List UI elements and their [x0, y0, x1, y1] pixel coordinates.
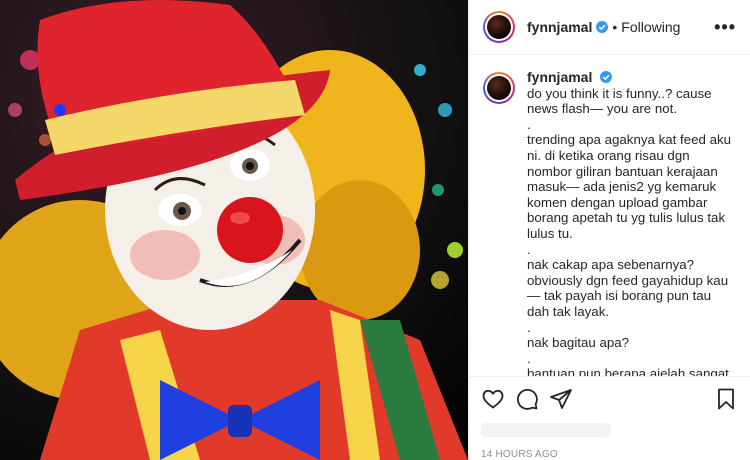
author-avatar[interactable] — [483, 11, 515, 43]
caption-line: nak bagitau apa? — [527, 335, 630, 351]
caption-username[interactable]: fynnjamal — [527, 69, 592, 85]
caption-avatar[interactable] — [483, 72, 515, 104]
post-sidebar: fynnjamal • Following ••• fynnjamal do y… — [468, 0, 750, 460]
caption-line: do you think it is funny..? cause news f… — [527, 85, 716, 117]
post-header: fynnjamal • Following ••• — [469, 0, 750, 55]
caption-line: . — [527, 319, 531, 335]
post-image[interactable] — [0, 0, 468, 460]
verified-badge-icon — [600, 71, 613, 83]
caption-line: bantuan pun berapa ajelah sangat utk ora… — [527, 366, 729, 376]
caption-line: . — [527, 241, 531, 257]
more-options-icon[interactable]: ••• — [714, 17, 736, 38]
comment-icon[interactable] — [515, 387, 539, 411]
post-timestamp: 14 HOURS AGO — [481, 449, 558, 460]
action-bar: 14 HOURS AGO — [469, 376, 750, 460]
likes-placeholder — [481, 423, 611, 437]
caption-body: fynnjamal do you think it is funny..? ca… — [527, 69, 736, 376]
caption-line: nak cakap apa sebenarnya? obviously dgn … — [527, 257, 729, 319]
caption-line: . — [527, 350, 531, 366]
caption-area: fynnjamal do you think it is funny..? ca… — [469, 56, 750, 376]
bookmark-icon[interactable] — [714, 387, 738, 411]
heart-icon[interactable] — [481, 387, 505, 411]
separator-dot: • — [612, 19, 618, 35]
paper-plane-icon[interactable] — [549, 387, 573, 411]
following-button[interactable]: Following — [621, 19, 680, 35]
instagram-post: fynnjamal • Following ••• fynnjamal do y… — [0, 0, 750, 460]
caption-line: trending apa agaknya kat feed aku ni. di… — [527, 132, 735, 241]
author-username[interactable]: fynnjamal — [527, 19, 592, 35]
clown-photo — [0, 0, 468, 460]
verified-badge-icon — [596, 21, 609, 33]
caption-line: . — [527, 116, 531, 132]
